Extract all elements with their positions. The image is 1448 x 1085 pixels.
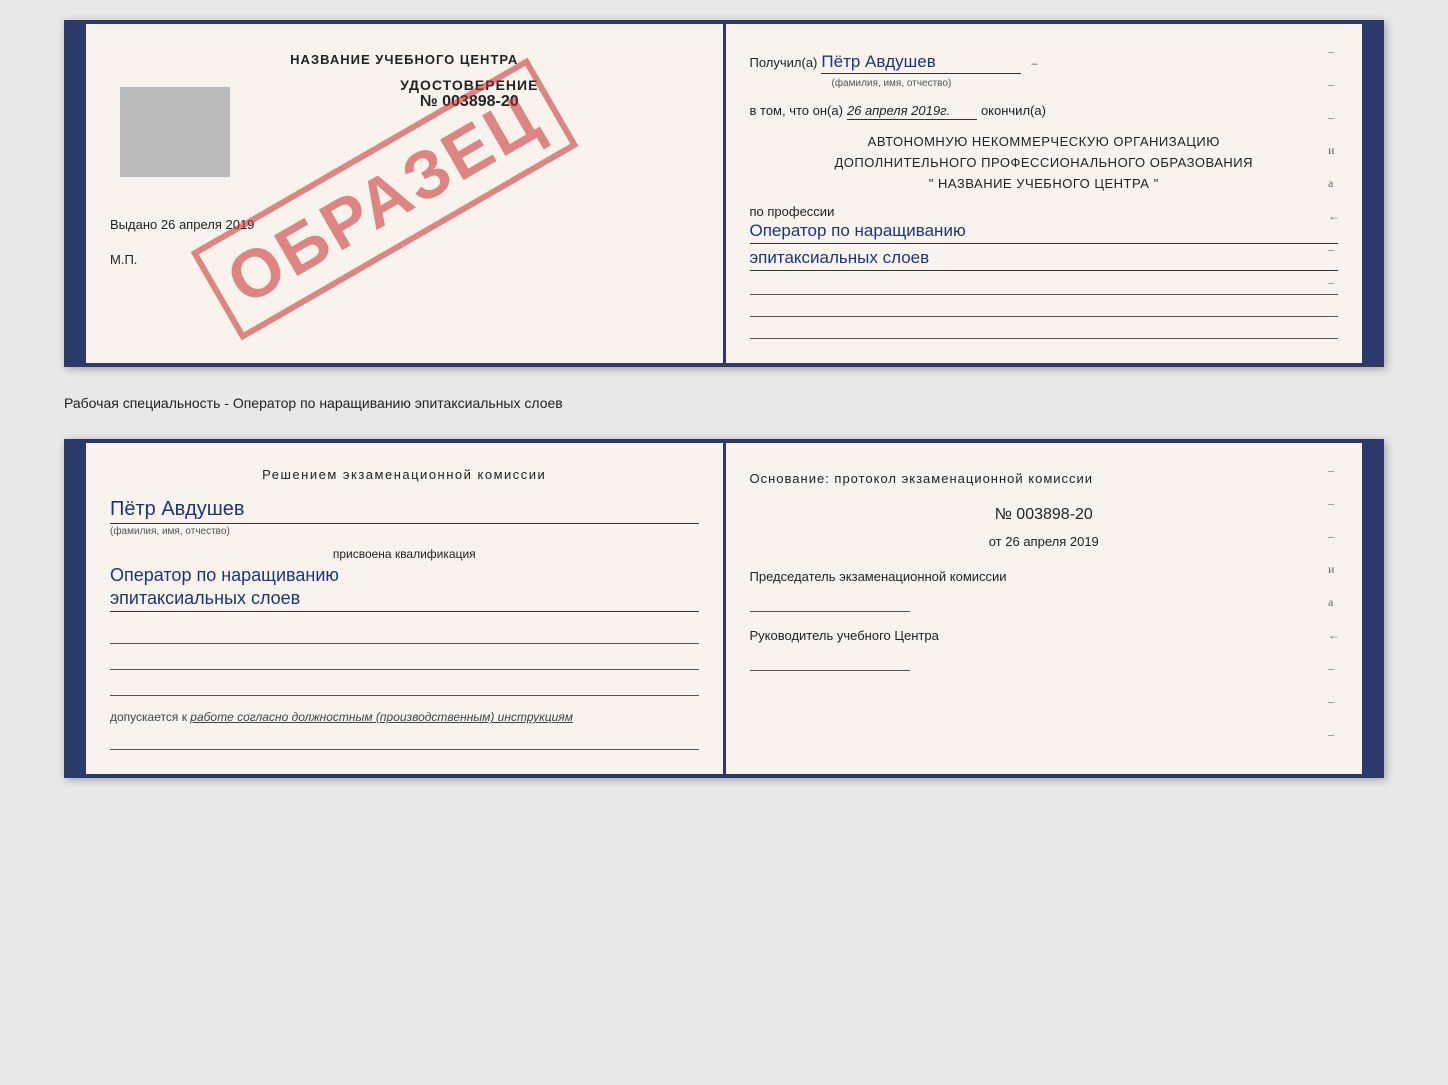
left-content-block: УДОСТОВЕРЕНИЕ № 003898-20 bbox=[110, 77, 699, 187]
date-prefix: в том, что он(а) bbox=[750, 103, 843, 118]
dash-6: ← bbox=[1328, 209, 1340, 224]
last-underline bbox=[110, 732, 699, 750]
vydano-date: 26 апреля 2019 bbox=[161, 217, 255, 232]
profession-value-2: эпитаксиальных слоев bbox=[750, 248, 1339, 271]
separator-text: Рабочая специальность - Оператор по нара… bbox=[64, 385, 1384, 421]
mp-line: М.П. bbox=[110, 252, 699, 267]
date-value-2: 26 апреля 2019 bbox=[1005, 534, 1099, 549]
spine-right-1 bbox=[1362, 24, 1380, 363]
org-line-2: ДОПОЛНИТЕЛЬНОГО ПРОФЕССИОНАЛЬНОГО ОБРАЗО… bbox=[750, 153, 1339, 174]
r-dash-4: и bbox=[1328, 562, 1340, 577]
r-dash-1: – bbox=[1328, 463, 1340, 478]
date-value: 26 апреля 2019г. bbox=[847, 103, 977, 120]
protocol-number: № 003898-20 bbox=[750, 506, 1339, 524]
profession-label: по профессии bbox=[750, 204, 1339, 219]
head-signature bbox=[750, 651, 910, 671]
spine-right-2 bbox=[1362, 443, 1380, 774]
r-dash-6: ← bbox=[1328, 628, 1340, 643]
qualification-value-2: эпитаксиальных слоев bbox=[110, 588, 699, 612]
right-dashes-col: – – – и а ← – – – bbox=[1328, 44, 1340, 323]
underline-1 bbox=[110, 626, 699, 644]
cert2-left-panel: Решением экзаменационной комиссии Пётр А… bbox=[86, 443, 726, 774]
r-dash-2: – bbox=[1328, 496, 1340, 511]
protocol-date: от 26 апреля 2019 bbox=[750, 534, 1339, 549]
dash-line-1 bbox=[750, 279, 1339, 295]
right-dashes-col-2: – – – и а ← – – – bbox=[1328, 463, 1340, 742]
resolution-title: Решением экзаменационной комиссии bbox=[110, 467, 699, 482]
r-dash-9: – bbox=[1328, 727, 1340, 742]
underline-2 bbox=[110, 652, 699, 670]
dash-line-2 bbox=[750, 301, 1339, 317]
dash-9: – bbox=[1328, 308, 1340, 323]
org-block: АВТОНОМНУЮ НЕКОММЕРЧЕСКУЮ ОРГАНИЗАЦИЮ ДО… bbox=[750, 132, 1339, 194]
dash-line-3 bbox=[750, 323, 1339, 339]
r-dash-5: а bbox=[1328, 595, 1340, 610]
r-dash-8: – bbox=[1328, 694, 1340, 709]
received-name: Пётр Авдушев bbox=[821, 52, 1021, 74]
cert2-right-panel: – – – и а ← – – – Основание: протокол эк… bbox=[726, 443, 1363, 774]
vydano-label: Выдано bbox=[110, 217, 157, 232]
cert1-right-panel: – – – и а ← – – – Получил(а) Пётр Авдуше… bbox=[726, 24, 1363, 363]
person-name-2: Пётр Авдушев bbox=[110, 498, 699, 524]
cert-title-1: УДОСТОВЕРЕНИЕ bbox=[240, 77, 699, 93]
dash-7: – bbox=[1328, 242, 1340, 257]
dash-2: – bbox=[1328, 77, 1340, 92]
received-line: Получил(а) Пётр Авдушев – bbox=[750, 52, 1339, 74]
r-dash-3: – bbox=[1328, 529, 1340, 544]
dash-1: – bbox=[1328, 44, 1340, 59]
cert-number-1: № 003898-20 bbox=[240, 93, 699, 111]
dash-4: и bbox=[1328, 143, 1340, 158]
photo-placeholder-1 bbox=[120, 87, 230, 177]
допускается-text: допускается к работе согласно должностны… bbox=[110, 710, 699, 724]
date-line-1: в том, что он(а) 26 апреля 2019г. окончи… bbox=[750, 103, 1339, 120]
dash-3: – bbox=[1328, 110, 1340, 125]
qualification-label: присвоена квалификация bbox=[110, 547, 699, 561]
received-dash: – bbox=[1031, 58, 1037, 70]
head-label: Руководитель учебного Центра bbox=[750, 628, 1339, 643]
underlines-block bbox=[110, 626, 699, 696]
underline-3 bbox=[110, 678, 699, 696]
spine-left-2 bbox=[68, 443, 86, 774]
received-sublabel: (фамилия, имя, отчество) bbox=[832, 78, 1339, 89]
cert1-left-panel: НАЗВАНИЕ УЧЕБНОГО ЦЕНТРА УДОСТОВЕРЕНИЕ №… bbox=[86, 24, 726, 363]
dash-5: а bbox=[1328, 176, 1340, 191]
received-label: Получил(а) bbox=[750, 55, 818, 70]
date-suffix: окончил(а) bbox=[981, 103, 1046, 118]
допускается-italic: работе согласно должностным (производств… bbox=[190, 710, 573, 724]
dash-8: – bbox=[1328, 275, 1340, 290]
date-prefix-2: от bbox=[989, 534, 1002, 549]
page-wrapper: НАЗВАНИЕ УЧЕБНОГО ЦЕНТРА УДОСТОВЕРЕНИЕ №… bbox=[20, 20, 1428, 778]
osnov-title: Основание: протокол экзаменационной коми… bbox=[750, 471, 1339, 486]
chairman-signature bbox=[750, 592, 910, 612]
spine-left-1 bbox=[68, 24, 86, 363]
head-block: Руководитель учебного Центра bbox=[750, 628, 1339, 671]
org-line-3: " НАЗВАНИЕ УЧЕБНОГО ЦЕНТРА " bbox=[750, 174, 1339, 195]
qualification-value-1: Оператор по наращиванию bbox=[110, 565, 699, 586]
chairman-block: Председатель экзаменационной комиссии bbox=[750, 569, 1339, 612]
certificate-book-1: НАЗВАНИЕ УЧЕБНОГО ЦЕНТРА УДОСТОВЕРЕНИЕ №… bbox=[64, 20, 1384, 367]
vydano-line: Выдано 26 апреля 2019 bbox=[110, 217, 699, 232]
profession-value-1: Оператор по наращиванию bbox=[750, 221, 1339, 244]
r-dash-7: – bbox=[1328, 661, 1340, 676]
cert-details-block: УДОСТОВЕРЕНИЕ № 003898-20 bbox=[240, 77, 699, 111]
chairman-label: Председатель экзаменационной комиссии bbox=[750, 569, 1339, 584]
bottom-dash-lines bbox=[750, 279, 1339, 339]
fio-sublabel-2: (фамилия, имя, отчество) bbox=[110, 526, 699, 537]
org-line-1: АВТОНОМНУЮ НЕКОММЕРЧЕСКУЮ ОРГАНИЗАЦИЮ bbox=[750, 132, 1339, 153]
certificate-book-2: Решением экзаменационной комиссии Пётр А… bbox=[64, 439, 1384, 778]
допускается-prefix: допускается к bbox=[110, 710, 187, 724]
training-center-title-1: НАЗВАНИЕ УЧЕБНОГО ЦЕНТРА bbox=[110, 52, 699, 67]
